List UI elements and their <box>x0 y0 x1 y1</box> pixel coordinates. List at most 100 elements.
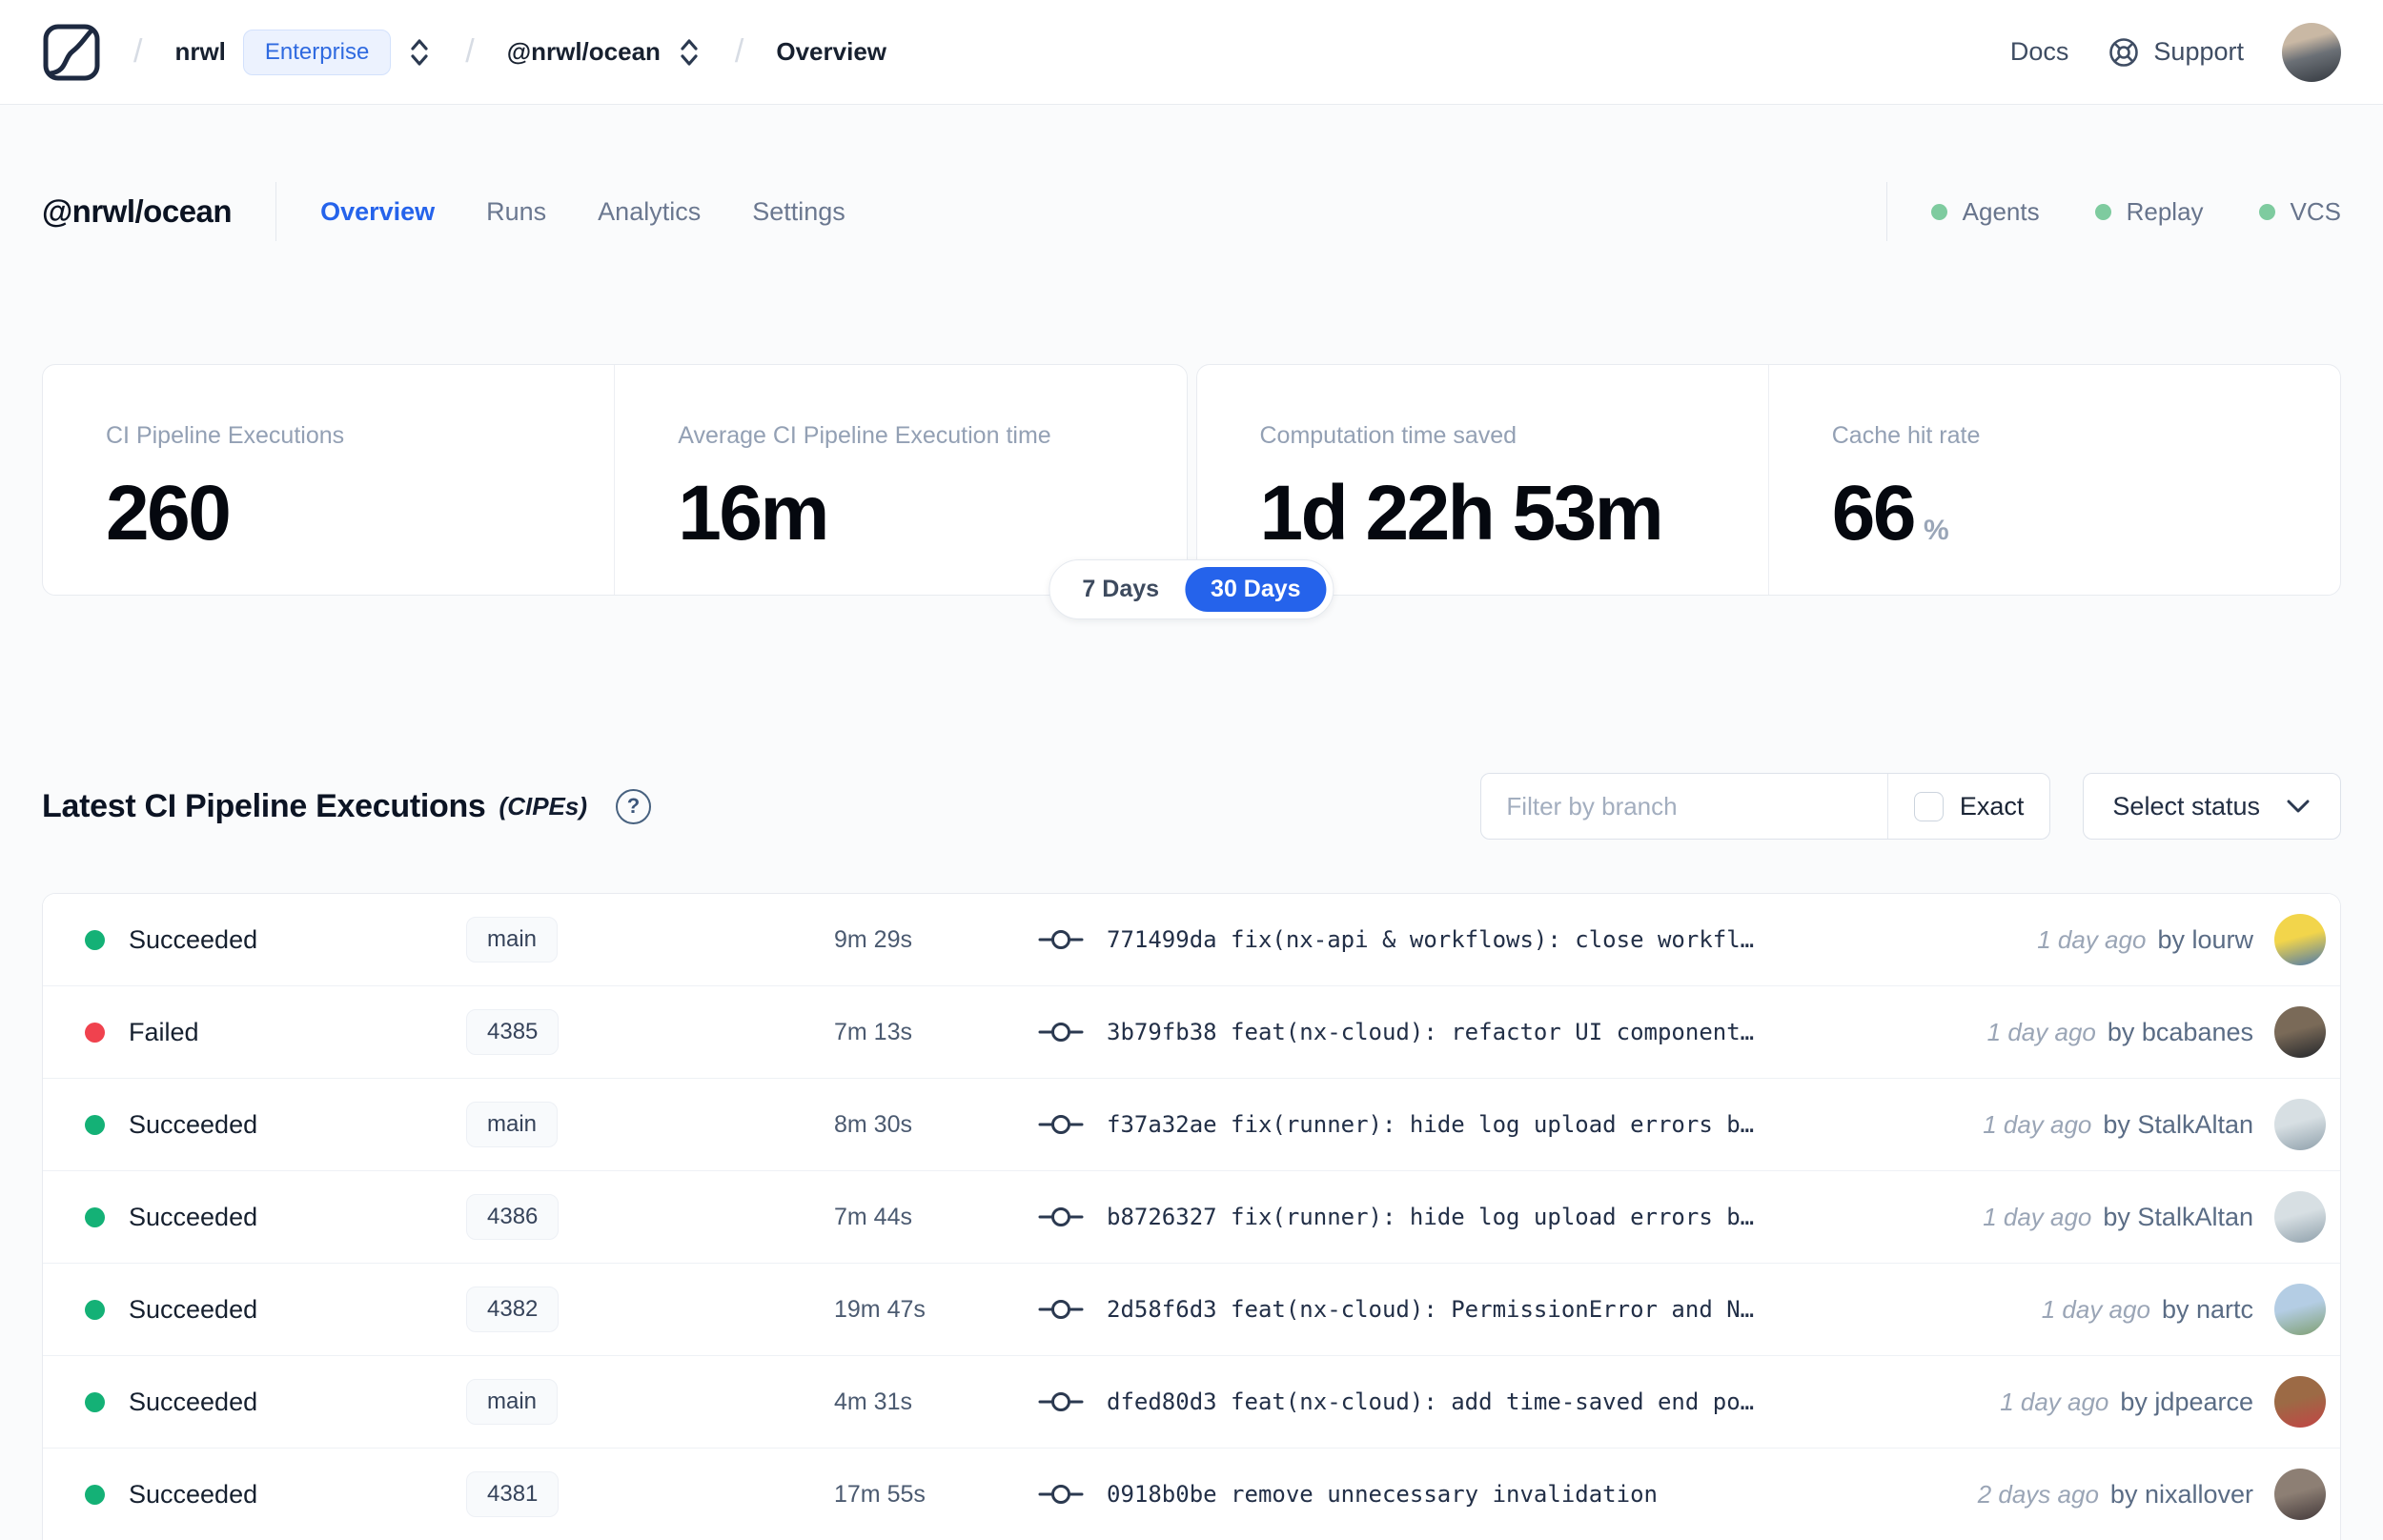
row-status: Succeeded <box>129 1294 258 1324</box>
row-duration: 7m 13s <box>834 1018 912 1045</box>
commit-message: 0918b0be remove unnecessary invalidation <box>1107 1481 1658 1508</box>
status-dot-icon <box>85 1022 105 1043</box>
row-author: by nartc <box>2161 1294 2253 1324</box>
org-switcher-chevron-updown-icon[interactable] <box>406 35 433 70</box>
breadcrumb-org[interactable]: nrwl <box>174 37 225 67</box>
status-dot-green-icon <box>1930 203 1947 220</box>
support-label: Support <box>2153 37 2244 66</box>
stat-label: CI Pipeline Executions <box>106 422 345 449</box>
row-branch-col: 4385 <box>466 1009 834 1055</box>
integration-status-list: Agents Replay VCS <box>1930 196 2341 227</box>
row-status: Succeeded <box>129 924 258 954</box>
row-status: Failed <box>129 1017 199 1046</box>
toggle-7-days[interactable]: 7 Days <box>1056 567 1185 612</box>
row-author: by StalkAltan <box>2103 1202 2253 1231</box>
cipe-table-row[interactable]: Succeeded main 9m 29s 771499da fix(nx-ap… <box>43 894 2340 986</box>
author-avatar[interactable] <box>2274 1469 2326 1520</box>
support-link[interactable]: Support <box>2107 35 2244 70</box>
status-select-label: Select status <box>2112 791 2260 821</box>
top-nav-right: Docs Support <box>2010 22 2341 82</box>
cipe-table-row[interactable]: Succeeded 4386 7m 44s b8726327 fix(runne… <box>43 1171 2340 1264</box>
row-branch-col: 4381 <box>466 1471 834 1517</box>
status-dot-green-icon <box>2094 203 2111 220</box>
cipe-table-row[interactable]: Succeeded 4381 17m 55s 0918b0be remove u… <box>43 1449 2340 1540</box>
row-status: Succeeded <box>129 1479 258 1509</box>
integration-label: Agents <box>1962 196 2040 226</box>
row-author: by StalkAltan <box>2103 1109 2253 1139</box>
status-select-dropdown[interactable]: Select status <box>2083 773 2341 840</box>
exact-match-zone: Exact <box>1886 774 2050 839</box>
branch-badge[interactable]: 4386 <box>466 1194 560 1240</box>
workspace-tabs: Overview Runs Analytics Settings <box>320 197 845 227</box>
row-meta: 1 day ago by jdpearce <box>2000 1376 2340 1428</box>
stat-value: 16m <box>678 470 829 557</box>
row-meta: 1 day ago by nartc <box>2042 1284 2340 1335</box>
row-time-ago: 1 day ago <box>2041 1294 2150 1324</box>
author-avatar[interactable] <box>2274 914 2326 965</box>
workspace-switcher-chevron-updown-icon[interactable] <box>676 35 703 70</box>
stat-unit: % <box>1923 515 1949 546</box>
integration-agents[interactable]: Agents <box>1930 196 2040 227</box>
row-status: Succeeded <box>129 1202 258 1231</box>
workspace-header: @nrwl/ocean Overview Runs Analytics Sett… <box>0 168 2383 255</box>
user-avatar[interactable] <box>2282 22 2341 82</box>
author-avatar[interactable] <box>2274 1376 2326 1428</box>
docs-link[interactable]: Docs <box>2010 37 2069 67</box>
nx-cloud-logo-icon[interactable] <box>42 23 101 82</box>
cipe-title: Latest CI Pipeline Executions <box>42 787 486 824</box>
author-avatar[interactable] <box>2274 1191 2326 1243</box>
life-buoy-icon <box>2107 35 2141 70</box>
branch-badge[interactable]: 4381 <box>466 1471 560 1517</box>
branch-filter-input[interactable] <box>1481 774 1887 839</box>
cipe-table-row[interactable]: Failed 4385 7m 13s 3b79fb38 feat(nx-clou… <box>43 986 2340 1079</box>
git-commit-icon <box>1038 1203 1084 1231</box>
tab-overview[interactable]: Overview <box>320 197 435 227</box>
tab-analytics[interactable]: Analytics <box>598 197 701 227</box>
tab-settings[interactable]: Settings <box>752 197 845 227</box>
commit-message: 3b79fb38 feat(nx-cloud): refactor UI com… <box>1107 1019 1755 1045</box>
git-commit-icon <box>1038 1110 1084 1139</box>
author-avatar[interactable] <box>2274 1099 2326 1150</box>
integration-replay[interactable]: Replay <box>2094 197 2204 227</box>
row-time-ago: 1 day ago <box>1983 1109 2092 1139</box>
help-icon[interactable]: ? <box>616 788 652 824</box>
status-dot-icon <box>85 1299 105 1320</box>
breadcrumb-separator: / <box>734 33 744 70</box>
stat-label: Computation time saved <box>1259 422 1517 449</box>
cipe-table-row[interactable]: Succeeded main 4m 31s dfed80d3 feat(nx-c… <box>43 1356 2340 1449</box>
commit-message: dfed80d3 feat(nx-cloud): add time-saved … <box>1107 1388 1755 1415</box>
breadcrumb-workspace[interactable]: @nrwl/ocean <box>507 37 661 67</box>
branch-badge[interactable]: main <box>466 1379 559 1425</box>
author-avatar[interactable] <box>2274 1006 2326 1058</box>
row-duration: 17m 55s <box>834 1480 926 1508</box>
row-duration: 8m 30s <box>834 1110 912 1138</box>
enterprise-badge: Enterprise <box>242 29 392 75</box>
row-author: by jdpearce <box>2120 1387 2253 1416</box>
toggle-30-days[interactable]: 30 Days <box>1185 567 1327 612</box>
cipe-table-row[interactable]: Succeeded main 8m 30s f37a32ae fix(runne… <box>43 1079 2340 1171</box>
exact-checkbox[interactable] <box>1913 791 1944 821</box>
row-time-ago: 1 day ago <box>1986 1017 2096 1046</box>
breadcrumb-page: Overview <box>776 37 887 66</box>
row-time-ago: 1 day ago <box>1983 1202 2092 1231</box>
row-branch-col: main <box>466 1102 834 1147</box>
tab-runs[interactable]: Runs <box>486 197 546 227</box>
branch-badge[interactable]: 4382 <box>466 1287 560 1332</box>
row-duration: 9m 29s <box>834 925 912 953</box>
row-duration: 7m 44s <box>834 1203 912 1230</box>
workspace-title: @nrwl/ocean <box>42 193 233 229</box>
stat-label: Average CI Pipeline Execution time <box>678 422 1051 449</box>
date-range-toggle: 7 Days 30 Days <box>1049 559 1334 619</box>
divider <box>1885 182 1887 241</box>
branch-badge[interactable]: main <box>466 917 559 962</box>
breadcrumb-separator: / <box>465 33 475 70</box>
stat-ci-pipeline-executions: CI Pipeline Executions 260 <box>43 365 616 595</box>
stats-row: CI Pipeline Executions 260 Average CI Pi… <box>42 364 2341 619</box>
branch-badge[interactable]: 4385 <box>466 1009 560 1055</box>
author-avatar[interactable] <box>2274 1284 2326 1335</box>
cipe-table-row[interactable]: Succeeded 4382 19m 47s 2d58f6d3 feat(nx-… <box>43 1264 2340 1356</box>
branch-badge[interactable]: main <box>466 1102 559 1147</box>
row-branch-col: 4386 <box>466 1194 834 1240</box>
integration-vcs[interactable]: VCS <box>2258 197 2341 227</box>
status-dot-icon <box>85 1206 105 1227</box>
